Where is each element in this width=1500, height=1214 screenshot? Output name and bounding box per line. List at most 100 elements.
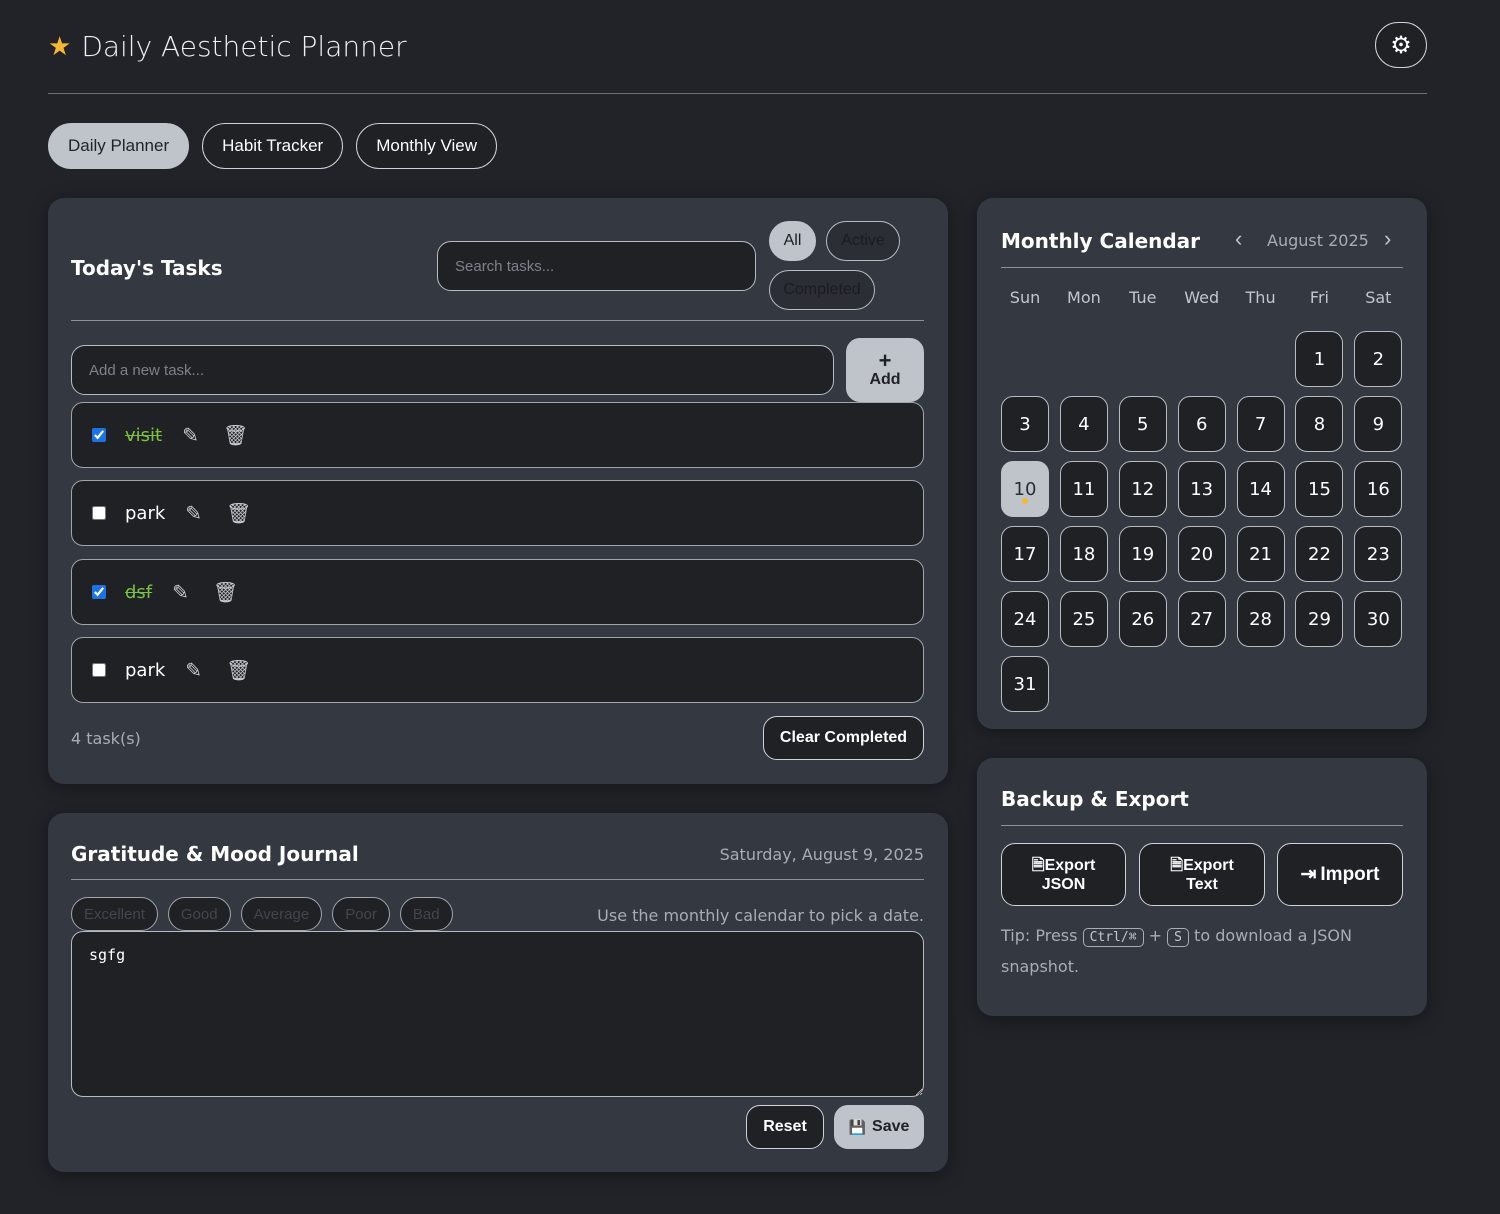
tab-monthly-view[interactable]: Monthly View <box>356 123 497 169</box>
calendar-day[interactable]: 17 <box>1001 526 1049 582</box>
save-label: Save <box>872 1118 910 1135</box>
task-checkbox[interactable] <box>92 585 106 599</box>
calendar-day[interactable]: 5 <box>1118 396 1167 452</box>
add-task-button[interactable]: + Add <box>846 338 924 402</box>
import-label: Import <box>1320 863 1380 885</box>
calendar-day[interactable]: 3 <box>1001 396 1049 452</box>
tab-habit-tracker[interactable]: Habit Tracker <box>202 123 344 169</box>
day-number: 8 <box>1313 413 1326 435</box>
export-text-button[interactable]: 🗎Export Text <box>1139 843 1265 906</box>
trash-icon[interactable]: 🗑 <box>223 423 248 448</box>
backup-title: Backup & Export <box>1001 787 1189 811</box>
calendar-day[interactable]: 13 <box>1177 461 1226 517</box>
calendar-day[interactable]: 16 <box>1354 461 1403 517</box>
calendar-day[interactable]: 25 <box>1059 591 1108 647</box>
divider <box>71 879 924 880</box>
filter-active[interactable]: Active <box>826 221 900 261</box>
journal-date: Saturday, August 9, 2025 <box>719 845 924 864</box>
trash-icon[interactable]: 🗑 <box>226 658 251 683</box>
calendar-day[interactable]: 23 <box>1354 526 1403 582</box>
trash-icon[interactable]: 🗑 <box>213 580 238 605</box>
calendar-day[interactable]: 18 <box>1059 526 1108 582</box>
journal-hint: Use the monthly calendar to pick a date. <box>597 906 924 925</box>
app-header: ★ Daily Aesthetic Planner ⚙ <box>48 22 1427 94</box>
mood-poor[interactable]: Poor <box>332 897 390 931</box>
next-month-icon[interactable]: › <box>1384 226 1391 252</box>
task-item: park ✎ 🗑 <box>71 637 924 703</box>
calendar-day[interactable]: 20 <box>1177 526 1226 582</box>
mood-bad[interactable]: Bad <box>399 897 453 931</box>
calendar-day[interactable]: 27 <box>1177 591 1226 647</box>
import-button[interactable]: ⇥ Import <box>1277 843 1403 906</box>
new-task-input[interactable] <box>71 345 834 395</box>
calendar-day[interactable]: 31 <box>1001 656 1049 712</box>
task-checkbox[interactable] <box>92 506 106 520</box>
calendar-day[interactable]: 22 <box>1295 526 1344 582</box>
theme-toggle-button[interactable]: ⚙ <box>1375 22 1427 68</box>
file-export-icon: 🗎 <box>1031 856 1045 874</box>
clear-completed-button[interactable]: Clear Completed <box>763 716 924 760</box>
calendar-day[interactable]: 1 <box>1295 331 1344 387</box>
calendar-day[interactable]: 30 <box>1354 591 1403 647</box>
empty-cell <box>1178 331 1226 387</box>
mood-excellent[interactable]: Excellent <box>71 897 158 931</box>
mood-good[interactable]: Good <box>167 897 231 931</box>
task-checkbox[interactable] <box>92 663 106 677</box>
calendar-day[interactable]: 26 <box>1118 591 1167 647</box>
calendar-day[interactable]: 2 <box>1354 331 1403 387</box>
gear-icon: ⚙ <box>1390 31 1412 59</box>
trash-icon[interactable]: 🗑 <box>226 501 251 526</box>
calendar-day[interactable]: 8 <box>1295 396 1344 452</box>
edit-pencil-icon[interactable]: ✎ <box>185 501 202 526</box>
tab-daily-planner[interactable]: Daily Planner <box>48 123 190 169</box>
day-number: 18 <box>1072 543 1096 565</box>
day-number: 16 <box>1366 478 1390 500</box>
calendar-title: Monthly Calendar <box>1001 229 1201 253</box>
calendar-day[interactable]: 24 <box>1001 591 1049 647</box>
calendar-day[interactable]: 7 <box>1236 396 1285 452</box>
calendar-day[interactable]: 28 <box>1236 591 1285 647</box>
mood-average[interactable]: Average <box>240 897 323 931</box>
day-number: 14 <box>1249 478 1273 500</box>
export-text-label-2: Text <box>1186 875 1218 893</box>
save-button[interactable]: 💾 Save <box>834 1105 924 1149</box>
file-text-icon: 🗎 <box>1170 856 1184 874</box>
calendar-day[interactable]: 21 <box>1236 526 1285 582</box>
filter-completed[interactable]: Completed <box>769 270 875 310</box>
backup-card: Backup & Export 🗎Export JSON 🗎Export Tex… <box>977 758 1427 1016</box>
edit-pencil-icon[interactable]: ✎ <box>182 423 199 448</box>
calendar-day[interactable]: 15 <box>1295 461 1344 517</box>
filter-all[interactable]: All <box>769 221 816 261</box>
day-number: 29 <box>1308 608 1331 630</box>
task-checkbox[interactable] <box>92 428 106 442</box>
calendar-day[interactable]: 14 <box>1236 461 1285 517</box>
tasks-card: Today's Tasks All Active Completed + Add… <box>48 198 948 784</box>
day-number: 20 <box>1190 543 1214 565</box>
calendar-day[interactable]: 9 <box>1354 396 1403 452</box>
calendar-day[interactable]: 11 <box>1059 461 1108 517</box>
day-number: 7 <box>1254 413 1267 435</box>
journal-entry[interactable]: sgfg <box>71 931 924 1097</box>
day-number: 26 <box>1131 608 1155 630</box>
app-title: Daily Aesthetic Planner <box>81 30 407 63</box>
day-number: 27 <box>1190 608 1214 630</box>
edit-pencil-icon[interactable]: ✎ <box>172 580 189 605</box>
reset-button[interactable]: Reset <box>746 1105 824 1149</box>
edit-pencil-icon[interactable]: ✎ <box>185 658 202 683</box>
calendar-day[interactable]: 19 <box>1118 526 1167 582</box>
prev-month-icon[interactable]: ‹ <box>1235 226 1242 252</box>
journal-card: Gratitude & Mood Journal Saturday, Augus… <box>48 813 948 1172</box>
task-item: park ✎ 🗑 <box>71 480 924 546</box>
calendar-day[interactable]: 12 <box>1118 461 1167 517</box>
calendar-day[interactable]: 10 <box>1001 461 1049 517</box>
calendar-day[interactable]: 6 <box>1177 396 1226 452</box>
day-number: 9 <box>1372 413 1385 435</box>
empty-cell <box>1060 331 1108 387</box>
entry-dot-icon <box>1022 498 1028 504</box>
calendar-day[interactable]: 4 <box>1059 396 1108 452</box>
day-number: 17 <box>1013 543 1037 565</box>
backup-tip: Tip: Press Ctrl/⌘ + S to download a JSON… <box>1001 921 1401 981</box>
search-input[interactable] <box>437 241 756 291</box>
calendar-day[interactable]: 29 <box>1295 591 1344 647</box>
export-json-button[interactable]: 🗎Export JSON <box>1001 843 1126 906</box>
